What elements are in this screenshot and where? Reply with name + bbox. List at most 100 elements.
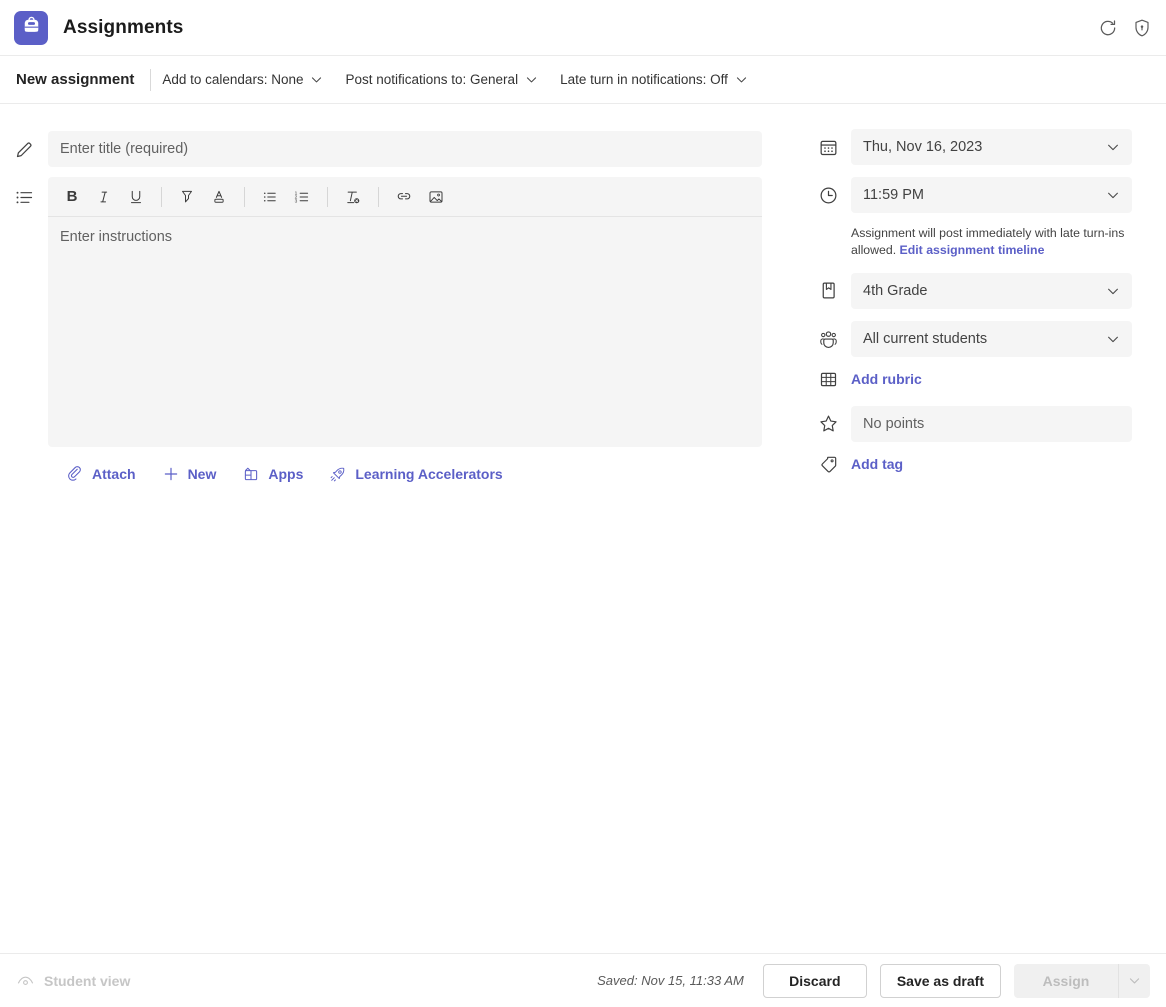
attachment-actions: Attach New Apps	[66, 465, 805, 483]
apps-button[interactable]: Apps	[242, 465, 303, 483]
class-value: 4th Grade	[863, 283, 928, 299]
bulleted-list-button[interactable]	[255, 183, 285, 211]
new-button[interactable]: New	[162, 465, 217, 483]
instructions-row: B	[0, 167, 805, 447]
backpack-icon	[21, 15, 42, 41]
due-time-row: 11:59 PM	[805, 177, 1166, 213]
nav-post-notifications-label: Post notifications to: General	[345, 72, 518, 87]
insert-image-button[interactable]	[421, 183, 451, 211]
app-header: Assignments	[0, 0, 1166, 56]
highlight-button[interactable]	[172, 183, 202, 211]
class-select[interactable]: 4th Grade	[851, 273, 1132, 309]
font-color-button[interactable]	[204, 183, 234, 211]
instructions-input[interactable]: Enter instructions	[48, 217, 762, 447]
numbered-list-button[interactable]: 1 2 3	[287, 183, 317, 211]
chevron-down-icon	[1106, 332, 1120, 346]
page-title: New assignment	[16, 71, 150, 88]
people-icon	[805, 328, 851, 349]
command-bar: New assignment Add to calendars: None Po…	[0, 56, 1166, 104]
assignment-form: B	[0, 105, 1166, 953]
nav-late-turn-in-label: Late turn in notifications: Off	[560, 72, 728, 87]
calendar-icon	[805, 137, 851, 158]
nav-add-to-calendars[interactable]: Add to calendars: None	[151, 66, 334, 93]
student-view-label: Student view	[44, 973, 130, 989]
bullet-list-icon	[0, 167, 48, 208]
save-as-draft-button[interactable]: Save as draft	[880, 964, 1001, 998]
edit-assignment-timeline-link[interactable]: Edit assignment timeline	[900, 243, 1045, 257]
discard-button[interactable]: Discard	[763, 964, 867, 998]
bold-button-label: B	[67, 188, 78, 205]
add-rubric-link[interactable]: Add rubric	[851, 371, 922, 387]
editor-toolbar: B	[48, 177, 762, 217]
nav-post-notifications[interactable]: Post notifications to: General	[334, 66, 549, 93]
toolbar-divider	[161, 187, 162, 207]
student-view-button[interactable]: Student view	[16, 971, 130, 990]
chevron-down-icon	[525, 73, 538, 86]
title-row	[0, 131, 805, 167]
svg-text:3: 3	[295, 198, 298, 204]
toolbar-divider	[378, 187, 379, 207]
new-label: New	[188, 466, 217, 482]
class-row: 4th Grade	[805, 273, 1166, 309]
add-tag-link[interactable]: Add tag	[851, 456, 903, 472]
toolbar-divider	[327, 187, 328, 207]
toolbar-divider	[244, 187, 245, 207]
nav-late-turn-in-notifications[interactable]: Late turn in notifications: Off	[549, 66, 759, 93]
rubric-row: Add rubric	[805, 369, 1166, 390]
paperclip-icon	[66, 465, 84, 483]
due-date-select[interactable]: Thu, Nov 16, 2023	[851, 129, 1132, 165]
due-date-row: Thu, Nov 16, 2023	[805, 129, 1166, 165]
assign-button[interactable]: Assign	[1014, 964, 1118, 998]
attach-label: Attach	[92, 466, 136, 482]
form-right-column: Thu, Nov 16, 2023 11:59 PM Assi	[805, 105, 1166, 953]
form-left-column: B	[0, 105, 805, 953]
italic-button[interactable]	[89, 183, 119, 211]
attach-button[interactable]: Attach	[66, 465, 136, 483]
chevron-down-icon	[1106, 140, 1120, 154]
chevron-down-icon	[310, 73, 323, 86]
refresh-icon[interactable]	[1098, 18, 1118, 38]
chevron-down-icon	[1106, 284, 1120, 298]
rocket-icon	[329, 465, 347, 483]
apps-grid-icon	[242, 465, 260, 483]
pencil-icon	[0, 131, 48, 160]
plus-icon	[162, 465, 180, 483]
due-time-value: 11:59 PM	[863, 187, 924, 203]
tag-icon	[805, 454, 851, 475]
apps-label: Apps	[268, 466, 303, 482]
chevron-down-icon	[1128, 974, 1141, 987]
learning-accelerators-button[interactable]: Learning Accelerators	[329, 465, 502, 483]
bold-button[interactable]: B	[57, 183, 87, 211]
footer-bar: Student view Saved: Nov 15, 11:33 AM Dis…	[0, 953, 1166, 1007]
points-input[interactable]: No points	[851, 406, 1132, 442]
assign-split-button: Assign	[1014, 964, 1150, 998]
underline-button[interactable]	[121, 183, 151, 211]
instructions-editor: B	[48, 177, 762, 447]
chevron-down-icon	[1106, 188, 1120, 202]
students-row: All current students	[805, 321, 1166, 357]
students-select[interactable]: All current students	[851, 321, 1132, 357]
tag-row: Add tag	[805, 454, 1166, 475]
clear-formatting-button[interactable]	[338, 183, 368, 211]
app-title: Assignments	[63, 17, 183, 39]
assign-dropdown-button[interactable]	[1118, 964, 1150, 998]
shield-icon[interactable]	[1132, 18, 1152, 38]
bookmark-icon	[805, 280, 851, 301]
saved-status: Saved: Nov 15, 11:33 AM	[597, 973, 744, 988]
rubric-grid-icon	[805, 369, 851, 390]
clock-icon	[805, 185, 851, 206]
points-row: No points	[805, 406, 1166, 442]
footer-actions: Saved: Nov 15, 11:33 AM Discard Save as …	[597, 964, 1150, 998]
due-date-value: Thu, Nov 16, 2023	[863, 139, 982, 155]
due-time-select[interactable]: 11:59 PM	[851, 177, 1132, 213]
chevron-down-icon	[735, 73, 748, 86]
star-icon	[805, 413, 851, 434]
nav-add-to-calendars-label: Add to calendars: None	[162, 72, 303, 87]
learning-accelerators-label: Learning Accelerators	[355, 466, 502, 482]
assignments-app-logo	[14, 11, 48, 45]
header-actions	[1098, 18, 1152, 38]
students-value: All current students	[863, 331, 987, 347]
assignment-timeline-note: Assignment will post immediately with la…	[851, 225, 1141, 259]
insert-link-button[interactable]	[389, 183, 419, 211]
title-input[interactable]	[48, 131, 762, 167]
